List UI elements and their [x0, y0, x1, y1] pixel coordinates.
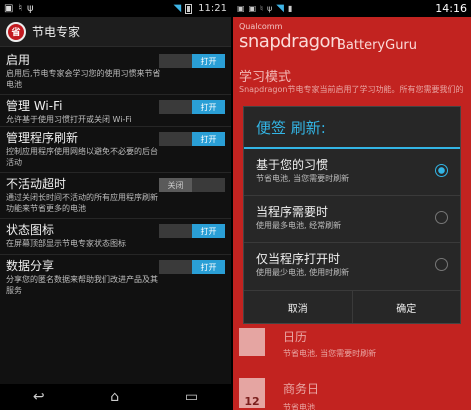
usb-icon: ψ — [27, 3, 34, 14]
battery-icon: ▮ — [287, 4, 293, 13]
setting-desc: 启用后,节电专家会学习您的使用习惯来节省电池 — [6, 69, 161, 89]
usb-icon: ψ — [266, 4, 273, 13]
radio-icon[interactable] — [435, 258, 448, 271]
setting-row-status-icon[interactable]: 状态图标 在屏幕顶部显示节电专家状态图标 打开 — [0, 219, 231, 255]
setting-desc: 允许基于使用习惯打开或关闭 Wi-Fi — [6, 115, 132, 124]
option-title: 仅当程序打开时 — [256, 252, 341, 266]
background-text: Snapdragon节电专家当前启用了学习功能。所有您需要我们的 — [239, 85, 464, 94]
brand-small: Qualcomm — [239, 22, 283, 31]
toggle-label: 打开 — [192, 260, 225, 274]
battery-icon — [185, 3, 193, 14]
option-only-open[interactable]: 仅当程序打开时 使用最少电池, 使用时刷新 — [244, 243, 460, 290]
left-phone-screen: ▣ ♮ ψ ◥ 11:21 省 节电专家 启用 启用后,节电专家会学习您的使用习… — [0, 0, 231, 410]
cancel-button[interactable]: 取消 — [244, 291, 352, 323]
refresh-dialog: 便签 刷新: 基于您的习惯 节省电池, 当您需要时刷新 当程序需要时 使用最多电… — [243, 106, 461, 324]
radio-selected-icon[interactable] — [435, 164, 448, 177]
calendar-icon — [239, 328, 265, 356]
toggle-switch[interactable]: 打开 — [159, 132, 225, 146]
brand-guru: BatteryGuru — [337, 38, 418, 53]
wifi-icon: ◥ — [276, 3, 284, 14]
settings-list: 启用 启用后,节电专家会学习您的使用习惯来节省电池 打开 管理 Wi-Fi 允许… — [0, 47, 231, 301]
toggle-switch[interactable]: 关闭 — [159, 178, 225, 192]
item-title: 商务日 — [283, 382, 320, 396]
wifi-icon: ◥ — [173, 3, 182, 14]
item-desc: 节省电池 — [283, 403, 315, 410]
setting-row-enable[interactable]: 启用 启用后,节电专家会学习您的使用习惯来节省电池 打开 — [0, 49, 231, 95]
setting-row-data-sharing[interactable]: 数据分享 分享您的匿名数据来帮助我们改进产品及其服务 打开 — [0, 255, 231, 301]
toggle-switch[interactable]: 打开 — [159, 260, 225, 274]
option-desc: 节省电池, 当您需要时刷新 — [256, 174, 350, 183]
brand-big: snapdragon — [239, 31, 341, 52]
alert-icon: ♮ — [18, 3, 23, 14]
notification-icon: ▣ — [4, 3, 14, 14]
toggle-label: 打开 — [192, 132, 225, 146]
item-desc: 节省电池, 当您需要时刷新 — [283, 349, 377, 358]
right-phone-screen: ▣ ▣ ♮ ψ ◥ ▮ 14:16 Qualcomm snapdragon Ba… — [233, 0, 471, 410]
setting-desc: 控制应用程序使用网络以避免不必要的后台活动 — [6, 147, 158, 167]
option-title: 当程序需要时 — [256, 205, 329, 219]
setting-desc: 在屏幕顶部显示节电专家状态图标 — [6, 239, 126, 248]
option-when-needed[interactable]: 当程序需要时 使用最多电池, 经常刷新 — [244, 196, 460, 243]
option-habit[interactable]: 基于您的习惯 节省电池, 当您需要时刷新 — [244, 149, 460, 196]
toggle-label: 打开 — [192, 100, 225, 114]
notification-icon: ▣ — [248, 4, 257, 13]
page-title: 节电专家 — [32, 25, 81, 39]
back-icon[interactable]: ↩ — [33, 389, 45, 405]
setting-desc: 分享您的匿名数据来帮助我们改进产品及其服务 — [6, 275, 158, 295]
toggle-switch[interactable]: 打开 — [159, 54, 225, 68]
status-time: 11:21 — [198, 3, 227, 14]
toggle-switch[interactable]: 打开 — [159, 224, 225, 238]
radio-icon[interactable] — [435, 211, 448, 224]
option-desc: 使用最少电池, 使用时刷新 — [256, 268, 350, 277]
home-icon[interactable]: ⌂ — [110, 389, 119, 405]
setting-row-app-refresh[interactable]: 管理程序刷新 控制应用程序使用网络以避免不必要的后台活动 打开 — [0, 127, 231, 173]
status-bar: ▣ ▣ ♮ ψ ◥ ▮ 14:16 — [233, 0, 471, 17]
setting-row-inactive-timeout[interactable]: 不活动超时 通过关闭长时间不活动的所有应用程序刷新功能来节省更多的电池 关闭 — [0, 173, 231, 219]
setting-desc: 通过关闭长时间不活动的所有应用程序刷新功能来节省更多的电池 — [6, 193, 158, 213]
dialog-title: 便签 刷新: — [244, 107, 460, 149]
alert-icon: ♮ — [260, 4, 263, 13]
setting-row-wifi[interactable]: 管理 Wi-Fi 允许基于使用习惯打开或关闭 Wi-Fi 打开 — [0, 95, 231, 127]
calendar-icon: 12 — [239, 378, 265, 408]
item-title: 日历 — [283, 330, 308, 344]
option-desc: 使用最多电池, 经常刷新 — [256, 221, 342, 230]
navigation-bar: ↩ ⌂ ▭ — [0, 384, 231, 410]
status-time: 14:16 — [435, 2, 467, 15]
action-bar: 省 节电专家 — [0, 17, 231, 47]
toggle-label: 打开 — [192, 54, 225, 68]
recent-apps-icon[interactable]: ▭ — [185, 389, 198, 405]
screenshot-root: ▣ ♮ ψ ◥ 11:21 省 节电专家 启用 启用后,节电专家会学习您的使用习… — [0, 0, 471, 410]
toggle-label: 关闭 — [159, 178, 192, 192]
toggle-switch[interactable]: 打开 — [159, 100, 225, 114]
notification-icon: ▣ — [237, 4, 245, 13]
app-icon[interactable]: 省 — [6, 21, 26, 42]
confirm-button[interactable]: 确定 — [351, 291, 461, 323]
toggle-label: 打开 — [192, 224, 225, 238]
background-heading: 学习模式 — [239, 70, 292, 85]
dialog-buttons: 取消 确定 — [244, 290, 460, 323]
brand-logo: Qualcomm snapdragon BatteryGuru — [239, 22, 417, 53]
status-bar: ▣ ♮ ψ ◥ 11:21 — [0, 0, 231, 17]
option-title: 基于您的习惯 — [256, 158, 329, 172]
